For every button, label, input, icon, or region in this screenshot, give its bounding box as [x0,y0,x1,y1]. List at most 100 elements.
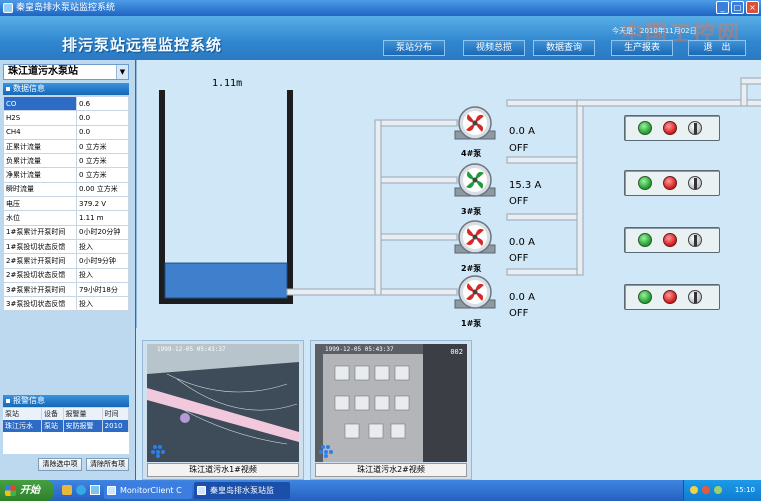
tank-left-wall [159,90,165,302]
tray-shield-icon[interactable] [702,486,710,494]
tray-volume-icon[interactable] [714,486,722,494]
left-panel: 珠江道污水泵站 ▼ 数据信息 CO 0.6 H2S 0.0 CH4 0.0 正累计流量 0 立… [0,60,135,480]
window-icon [197,486,206,495]
stop-indicator-icon[interactable] [663,176,677,190]
alarm-cell: 2010 [102,420,130,432]
stop-indicator-icon[interactable] [663,290,677,304]
alarm-column-header[interactable]: 设备 [41,408,64,420]
schematic-panel: 1.11m 0.0 A OFF 4#泵 15.3 A OFF 3#泵 0.0 A… [136,60,761,328]
minimize-button[interactable]: _ [716,1,729,14]
stop-indicator-icon[interactable] [663,121,677,135]
data-row[interactable]: 正累计流量 0 立方米 [3,138,129,155]
alarm-column-header[interactable]: 时间 [102,408,130,420]
video-feed-1[interactable]: 1999-12-05 05:43:37 [147,344,299,462]
data-row[interactable]: 2#泵投切状态反馈 投入 [3,267,129,283]
data-key: 瞬时流量 [3,181,77,198]
clear-all-button[interactable]: 清除所有项 [86,458,129,471]
data-row[interactable]: 负累计流量 0 立方米 [3,153,129,169]
taskbar-item-monitorclient[interactable]: MonitorClient C [104,482,192,499]
nav-production-report-button[interactable]: 生产报表 [611,40,673,56]
chevron-down-icon[interactable]: ▼ [116,65,128,79]
quicklaunch-browser-icon[interactable] [76,485,86,495]
data-key: 负累计流量 [3,153,77,169]
data-value: 379.2 V [76,196,129,212]
alarm-table: 泵站 设备 报警量 时间 珠江污水 泵站 安防报警 2010 [3,408,130,432]
data-row[interactable]: 净累计流量 0 立方米 [3,167,129,183]
data-row[interactable]: 2#泵累计开泵时间 0小时9分钟 [3,253,129,269]
data-row[interactable]: CO 0.6 [3,95,129,112]
data-row[interactable]: H2S 0.0 [3,110,129,126]
quicklaunch-folder-icon[interactable] [62,485,72,495]
start-indicator-icon[interactable] [638,121,652,135]
data-row[interactable]: 水位 1.11 m [3,210,129,226]
start-indicator-icon[interactable] [638,290,652,304]
nav-data-query-button[interactable]: 数据查询 [533,40,595,56]
data-row[interactable]: 1#泵累计开泵时间 0小时20分钟 [3,224,129,240]
data-value: 0 立方米 [76,138,129,155]
start-button[interactable]: 开始 [0,480,54,501]
pump-4-state: OFF [509,143,529,154]
station-select[interactable]: 珠江道污水泵站 ▼ [3,64,129,80]
selector-switch-icon[interactable] [688,290,702,304]
station-select-value: 珠江道污水泵站 [8,66,78,77]
video-feed-2[interactable]: 1999-12-05 05:43:37 002 [315,344,467,462]
pump-4-name: 4#泵 [461,149,482,158]
tray-network-icon[interactable] [690,486,698,494]
pump-3-icon[interactable] [454,163,496,197]
selector-switch-icon[interactable] [688,233,702,247]
nav-station-distribution-button[interactable]: 泵站分布 [383,40,445,56]
pump-2-state: OFF [509,253,529,264]
taskbar-item-pump-monitor[interactable]: 秦皇岛排水泵站监 [194,482,290,499]
start-indicator-icon[interactable] [638,233,652,247]
alarm-row[interactable]: 珠江污水 泵站 安防报警 2010 [3,420,130,432]
data-value: 0.0 [76,110,129,126]
tank-water [164,262,288,299]
start-indicator-icon[interactable] [638,176,652,190]
clock[interactable]: 15:10 [735,486,755,494]
data-row[interactable]: 1#泵投切状态反馈 投入 [3,238,129,255]
video-panel-2[interactable]: 1999-12-05 05:43:37 002 珠江道污水2#视频 [310,340,472,480]
data-value: 0 立方米 [76,167,129,183]
windows-logo-icon [5,485,16,496]
maximize-button[interactable]: □ [731,1,744,14]
pump-2-icon[interactable] [454,220,496,254]
clear-selected-button[interactable]: 清除选中项 [38,458,82,471]
data-row[interactable]: 3#泵累计开泵时间 79小时18分 [3,281,129,298]
data-row[interactable]: 3#泵投切状态反馈 投入 [3,296,129,312]
quicklaunch-desktop-icon[interactable] [90,485,100,495]
close-button[interactable]: × [746,1,759,14]
app-icon [3,3,13,13]
video-panel-1[interactable]: 1999-12-05 05:43:37 珠江道污水1#视频 [142,340,304,480]
app-window: 秦皇岛排水泵站监控系统 _ □ × 排污泵站远程监控系统 中国工控网 今天是：2… [0,0,761,501]
selector-switch-icon[interactable] [688,121,702,135]
stop-indicator-icon[interactable] [663,233,677,247]
tank-bottom [159,298,293,304]
data-table: CO 0.6 H2S 0.0 CH4 0.0 正累计流量 0 立方米 负累计流量 0 立方米 净累计… [3,95,129,312]
nav-video-overview-button[interactable]: 视频总揽 [463,40,525,56]
pump-2-control-panel [624,227,720,253]
video-1-timestamp: 1999-12-05 05:43:37 [157,346,226,353]
data-section-header: 数据信息 [3,83,129,95]
pump-1-icon[interactable] [454,275,496,309]
data-row[interactable]: 瞬时流量 0.00 立方米 [3,181,129,198]
alarm-cell: 珠江污水 [3,420,43,432]
window-title: 秦皇岛排水泵站监控系统 [16,3,116,13]
alarm-cell: 泵站 [41,420,64,432]
pump-4-icon[interactable] [454,106,496,140]
alarm-column-header[interactable]: 报警量 [63,408,103,420]
data-row[interactable]: 电压 379.2 V [3,196,129,212]
data-key: 2#泵累计开泵时间 [3,253,77,269]
data-value: 0小时20分钟 [76,224,129,240]
nav-exit-button[interactable]: 退 出 [688,40,746,56]
data-row[interactable]: CH4 0.0 [3,124,129,140]
pump-1-state: OFF [509,308,529,319]
alarm-column-header[interactable]: 泵站 [3,408,43,420]
video-area: 1999-12-05 05:43:37 珠江道污水1#视频 1999-12-05… [136,328,761,480]
data-value: 79小时18分 [76,281,129,298]
section-bullet-icon [6,399,10,403]
video-2-timestamp: 1999-12-05 05:43:37 [325,346,394,353]
pump-2-name: 2#泵 [461,264,482,273]
title-bar: 秦皇岛排水泵站监控系统 _ □ × [0,0,761,16]
selector-switch-icon[interactable] [688,176,702,190]
camera-logo-icon [151,442,169,458]
